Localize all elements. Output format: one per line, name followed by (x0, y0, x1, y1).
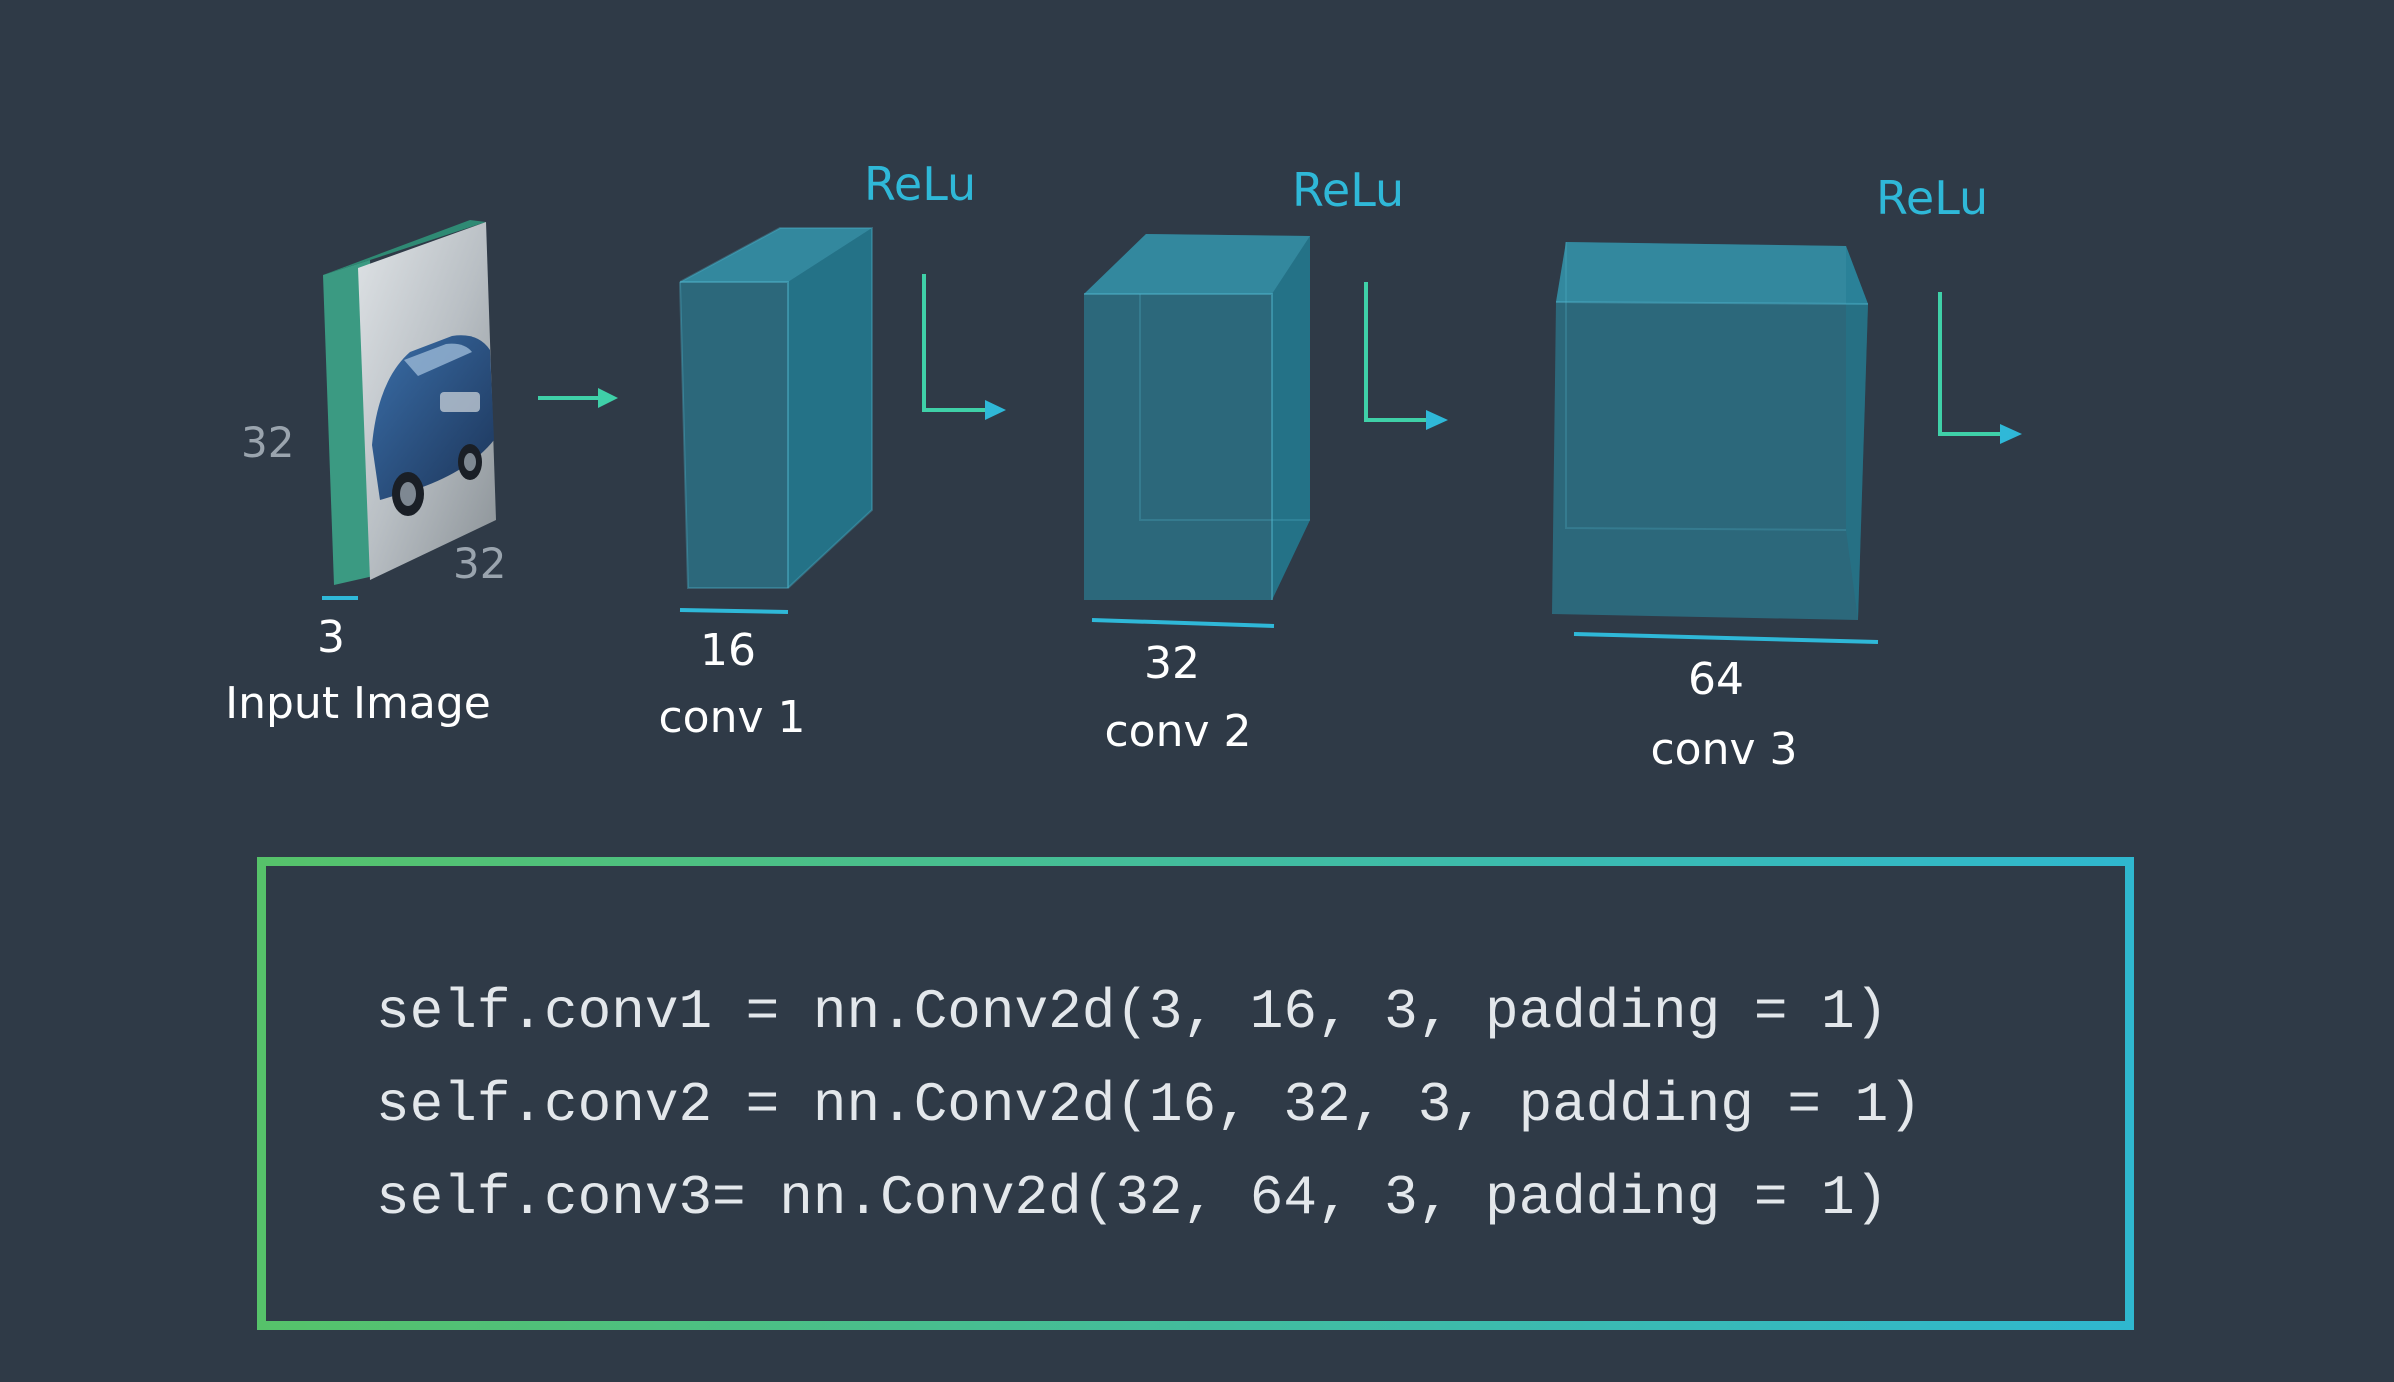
conv3-block (1552, 242, 1879, 644)
conv3-depth-label: 64 (1688, 654, 1744, 705)
code-line: self.conv1 = nn.Conv2d(3, 16, 3, padding… (376, 980, 1889, 1044)
input-width-label: 32 (453, 539, 506, 588)
input-image-label: Input Image (225, 678, 491, 729)
arrow-icon (538, 388, 618, 408)
conv2-block (1084, 234, 1310, 628)
conv3-label: conv 3 (1650, 724, 1797, 775)
conv2-depth-label: 32 (1144, 638, 1200, 689)
code-block: self.conv1 = nn.Conv2d(3, 16, 3, padding… (376, 966, 1922, 1245)
relu-arrow-icon (1364, 282, 1448, 430)
code-line: self.conv2 = nn.Conv2d(16, 32, 3, paddin… (376, 1073, 1922, 1137)
relu-arrow-icon (922, 274, 1006, 420)
input-depth-label: 3 (317, 612, 345, 663)
conv1-relu-label: ReLu (864, 157, 976, 211)
conv1-block (679, 227, 873, 614)
conv2-label: conv 2 (1104, 706, 1251, 757)
conv3-relu-label: ReLu (1876, 171, 1988, 225)
code-box: self.conv1 = nn.Conv2d(3, 16, 3, padding… (257, 857, 2134, 1330)
code-line: self.conv3= nn.Conv2d(32, 64, 3, padding… (376, 1166, 1889, 1230)
relu-arrow-icon (1938, 292, 2022, 444)
input-height-label: 32 (241, 418, 294, 467)
conv1-label: conv 1 (658, 692, 805, 743)
conv1-depth-label: 16 (700, 625, 756, 676)
conv2-relu-label: ReLu (1292, 163, 1404, 217)
